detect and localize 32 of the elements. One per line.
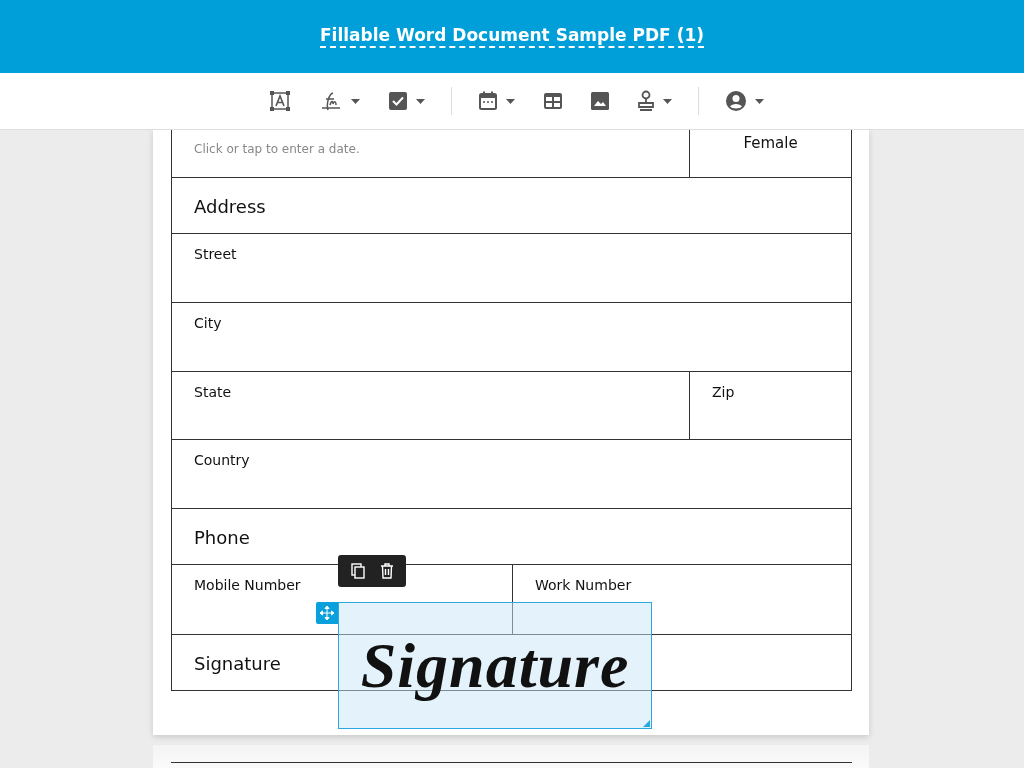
stamp-icon <box>636 90 655 112</box>
section-heading: Signature <box>194 653 281 674</box>
caret-icon <box>350 98 360 104</box>
date-placeholder[interactable]: Click or tap to enter a date. <box>194 142 360 156</box>
caret-icon <box>662 98 672 104</box>
caret-icon <box>754 98 764 104</box>
image-icon <box>590 92 609 110</box>
field-label: State <box>194 384 232 400</box>
resize-handle[interactable] <box>643 720 650 727</box>
handwritten-signature: Signature <box>360 628 630 703</box>
table-icon <box>542 92 563 110</box>
checkbox-icon <box>387 91 408 111</box>
section-heading: Address <box>194 196 266 217</box>
caret-icon <box>505 98 515 104</box>
text-field-icon <box>268 90 291 112</box>
section-heading: Phone <box>194 527 250 548</box>
field-label: Mobile Number <box>194 577 301 593</box>
copy-icon[interactable] <box>350 563 365 579</box>
field-label: Country <box>194 452 250 468</box>
document-title[interactable]: Fillable Word Document Sample PDF (1) <box>320 25 704 48</box>
move-handle[interactable] <box>316 602 338 624</box>
field-label: Work Number <box>535 577 632 593</box>
gender-value: Female <box>742 134 799 152</box>
move-icon <box>320 606 334 620</box>
field-label: Street <box>194 246 237 262</box>
user-icon <box>724 90 747 112</box>
trash-icon[interactable] <box>379 563 394 579</box>
field-label: City <box>194 315 222 331</box>
caret-icon <box>415 98 425 104</box>
calendar-icon <box>477 91 498 111</box>
signature-field[interactable]: Signature <box>338 602 652 729</box>
field-label: Zip <box>712 384 735 400</box>
